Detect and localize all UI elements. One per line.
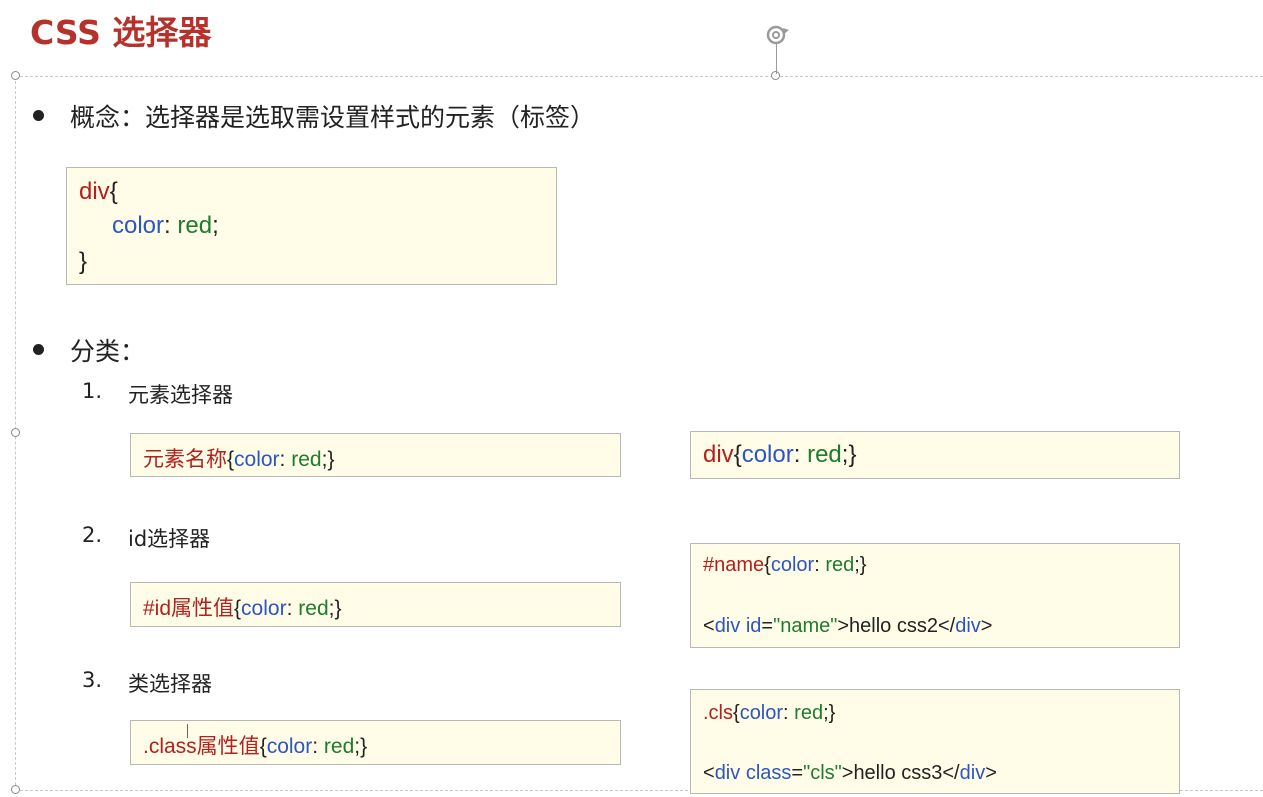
html-attr: id [745, 615, 762, 637]
selection-frame-top [15, 76, 1263, 77]
css-brace-open: { [764, 554, 771, 576]
resize-handle-bottom-left[interactable] [11, 785, 20, 794]
html-close-lt: </ [937, 615, 956, 637]
bullet-dot [33, 110, 44, 121]
css-brace-close: } [327, 448, 335, 471]
code-line-close: } [79, 248, 87, 276]
css-property: color [241, 597, 287, 620]
resize-handle-middle-left[interactable] [11, 428, 20, 437]
css-selector: .cls [703, 702, 733, 724]
classify-text: 分类： [70, 337, 146, 366]
code-box-class-example: .cls{color: red;} <div class="cls">hello… [690, 689, 1180, 794]
html-content: hello css3 [853, 762, 943, 784]
rotate-icon[interactable] [762, 22, 792, 48]
code-box-main: div{ color: red; } [66, 167, 557, 285]
code-line-css: .cls{color: red;} [703, 702, 835, 725]
html-close-lt: </ [942, 762, 960, 784]
css-property: color [741, 441, 794, 468]
html-tag: div [714, 762, 741, 784]
code-line-declaration: color: red; [112, 212, 219, 240]
css-brace-close: } [334, 597, 342, 620]
css-brace-close: } [360, 735, 368, 758]
css-value: red [794, 702, 824, 724]
item-number: 2. [82, 523, 103, 547]
code-line: div{color: red;} [703, 441, 856, 469]
bullet-dot [33, 344, 44, 355]
css-value: red [291, 448, 322, 471]
code-line: .class属性值{color: red;} [143, 730, 367, 760]
code-line: 元素名称{color: red;} [143, 443, 334, 473]
code-line-html: <div id="name">hello css2</div> [703, 615, 992, 638]
css-brace-close: } [828, 702, 836, 724]
html-gt: > [841, 762, 854, 784]
html-close-gt: > [985, 762, 997, 784]
css-value: red [323, 735, 355, 758]
css-brace-open: { [234, 597, 242, 620]
html-content: hello css2 [849, 615, 938, 637]
code-line-html: <div class="cls">hello css3</div> [703, 762, 997, 785]
slide-title: CSS 选择器 [30, 13, 212, 52]
html-attr-value: "cls" [803, 762, 842, 784]
css-selector: #id属性值 [143, 597, 235, 620]
css-brace-open: { [109, 178, 118, 205]
html-gt: > [837, 615, 850, 637]
css-brace-open: { [733, 441, 742, 468]
rotate-connector [776, 44, 777, 74]
html-eq: = [791, 762, 804, 784]
css-semicolon: ; [212, 212, 219, 239]
resize-handle-top-left[interactable] [11, 71, 20, 80]
css-selector: div [703, 441, 734, 468]
css-colon: : [279, 448, 286, 471]
css-brace-open: { [733, 702, 740, 724]
css-colon: : [312, 735, 319, 758]
css-brace-close: } [848, 441, 857, 468]
code-line-selector: div{ [79, 178, 118, 206]
css-property: color [770, 554, 815, 576]
code-box-id-syntax: #id属性值{color: red;} [130, 582, 621, 627]
code-box-element-syntax: 元素名称{color: red;} [130, 433, 621, 477]
item-label: 类选择器 [128, 672, 212, 696]
html-close-gt: > [980, 615, 993, 637]
css-property: color [266, 735, 313, 758]
code-line: #id属性值{color: red;} [143, 592, 341, 622]
html-eq: = [761, 615, 774, 637]
html-attr: class [745, 762, 792, 784]
css-brace-close: } [79, 248, 88, 275]
css-colon: : [814, 554, 820, 576]
css-brace-open: { [227, 448, 235, 471]
html-lt: < [703, 615, 715, 637]
css-colon: : [783, 702, 789, 724]
code-box-class-syntax: .class属性值{color: red;} [130, 720, 621, 765]
css-value: red [807, 441, 842, 468]
css-colon: : [286, 597, 293, 620]
css-selector: .class属性值 [143, 735, 260, 758]
css-property: color [112, 212, 165, 239]
html-tag: div [714, 615, 741, 637]
css-selector: 元素名称 [143, 448, 227, 471]
css-value: red [177, 212, 213, 239]
html-close-tag: div [955, 615, 981, 637]
html-attr-value: "name" [773, 615, 838, 637]
css-selector: #name [703, 554, 765, 576]
item-number: 3. [82, 668, 103, 692]
item-label: 元素选择器 [128, 383, 233, 407]
html-lt: < [703, 762, 715, 784]
item-label: id选择器 [128, 527, 211, 551]
code-line-css: #name{color: red;} [703, 554, 866, 577]
item-number: 1. [82, 379, 103, 403]
html-close-tag: div [959, 762, 986, 784]
css-property: color [739, 702, 784, 724]
concept-text: 概念：选择器是选取需设置样式的元素（标签） [70, 103, 596, 132]
css-brace-close: } [859, 554, 867, 576]
css-colon: : [164, 212, 171, 239]
code-box-element-example: div{color: red;} [690, 431, 1180, 479]
css-selector: div [79, 178, 110, 205]
code-box-id-example: #name{color: red;} <div id="name">hello … [690, 543, 1180, 648]
text-cursor [187, 724, 188, 738]
css-property: color [234, 448, 280, 471]
css-value: red [825, 554, 855, 576]
css-value: red [298, 597, 329, 620]
css-brace-open: { [259, 735, 267, 758]
css-colon: : [793, 441, 801, 468]
